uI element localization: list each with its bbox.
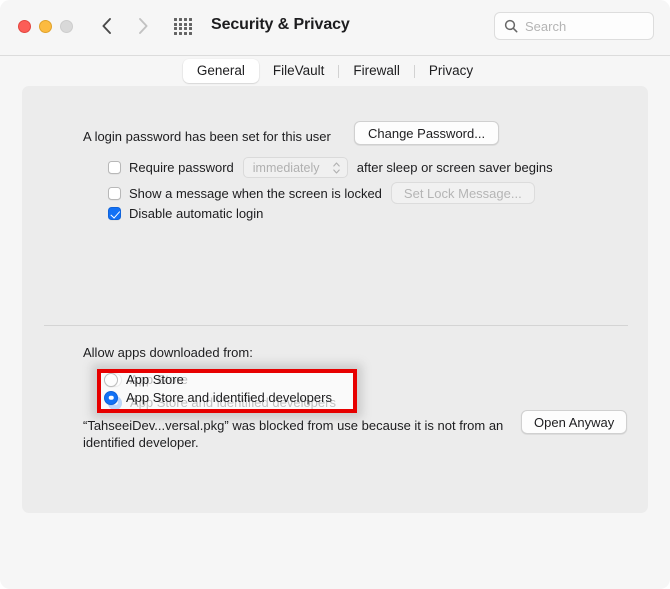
annotated-option-app-store[interactable]: App Store bbox=[104, 372, 184, 387]
show-lock-message-checkbox[interactable] bbox=[108, 186, 121, 200]
require-password-suffix: after sleep or screen saver begins bbox=[356, 160, 553, 175]
change-password-button[interactable]: Change Password... bbox=[354, 121, 500, 145]
forward-button[interactable] bbox=[130, 13, 156, 39]
blocked-app-message: “TahseeiDev...versal.pkg” was blocked fr… bbox=[83, 418, 504, 450]
show-lock-message-row: Show a message when the screen is locked… bbox=[108, 182, 535, 204]
login-password-status: A login password has been set for this u… bbox=[83, 129, 331, 144]
show-all-grid-icon[interactable] bbox=[174, 18, 193, 35]
chevron-right-icon bbox=[138, 18, 148, 34]
zoom-button[interactable] bbox=[60, 20, 73, 33]
tab-general[interactable]: General bbox=[182, 59, 259, 83]
annotated-option-identified-developers[interactable]: App Store and identified developers bbox=[104, 390, 332, 405]
disable-automatic-login-checkbox[interactable] bbox=[108, 207, 121, 220]
require-password-delay-value: immediately bbox=[252, 160, 320, 175]
section-divider bbox=[44, 325, 628, 326]
tab-filevault[interactable]: FileVault bbox=[259, 59, 339, 83]
stepper-chevrons-icon bbox=[333, 161, 340, 174]
disable-automatic-login-label: Disable automatic login bbox=[129, 206, 264, 221]
allow-apps-heading: Allow apps downloaded from: bbox=[83, 345, 253, 360]
tab-bar: General FileVault Firewall Privacy bbox=[0, 56, 670, 86]
require-password-label: Require password bbox=[129, 160, 234, 175]
general-settings-panel: A login password has been set for this u… bbox=[22, 86, 648, 513]
app-store-label-highlighted: App Store bbox=[126, 372, 184, 387]
identified-developers-label-highlighted: App Store and identified developers bbox=[126, 390, 332, 405]
require-password-row: Require password immediately after sleep… bbox=[108, 157, 553, 178]
app-store-radio-highlighted[interactable] bbox=[104, 372, 118, 387]
require-password-delay-select[interactable]: immediately bbox=[242, 157, 348, 178]
tab-privacy[interactable]: Privacy bbox=[415, 59, 487, 83]
close-button[interactable] bbox=[18, 20, 31, 33]
preferences-window: Security & Privacy General FileVault Fir… bbox=[0, 0, 670, 589]
footer-bar: Click the lock to prevent further change… bbox=[0, 513, 670, 589]
chevron-left-icon bbox=[101, 18, 111, 34]
search-icon bbox=[504, 19, 518, 33]
back-button[interactable] bbox=[93, 13, 119, 39]
show-lock-message-label: Show a message when the screen is locked bbox=[129, 185, 382, 201]
search-input[interactable] bbox=[525, 18, 635, 34]
page-title: Security & Privacy bbox=[211, 16, 350, 33]
require-password-checkbox[interactable] bbox=[108, 161, 121, 174]
minimize-button[interactable] bbox=[39, 20, 52, 33]
disable-automatic-login-row: Disable automatic login bbox=[108, 206, 263, 221]
open-anyway-button[interactable]: Open Anyway bbox=[521, 410, 628, 434]
tab-firewall[interactable]: Firewall bbox=[339, 59, 414, 83]
annotation-highlight-content: App Store App Store and identified devel… bbox=[97, 369, 357, 413]
identified-developers-radio-highlighted[interactable] bbox=[104, 390, 118, 405]
search-field[interactable] bbox=[494, 12, 654, 40]
set-lock-message-button[interactable]: Set Lock Message... bbox=[390, 182, 535, 204]
titlebar: Security & Privacy bbox=[0, 0, 670, 56]
